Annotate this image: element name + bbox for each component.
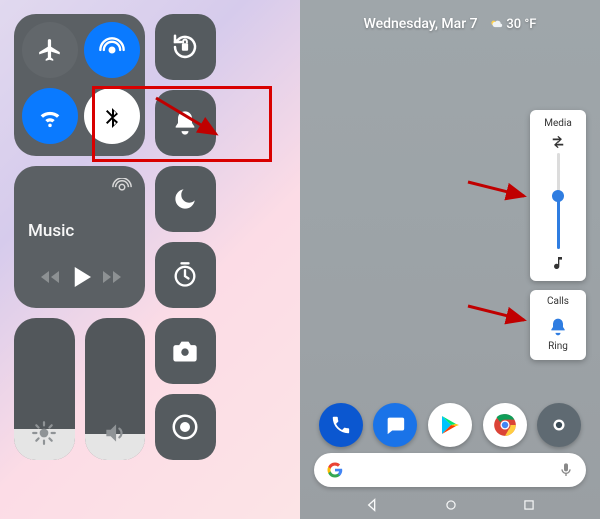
silent-mode-toggle[interactable] xyxy=(155,90,216,156)
timer-button[interactable] xyxy=(155,242,216,308)
play-icon[interactable] xyxy=(66,262,96,292)
status-date: Wednesday, Mar 7 xyxy=(364,16,478,32)
music-title: Music xyxy=(28,221,133,241)
media-volume-popup[interactable]: Media xyxy=(530,110,586,281)
status-bar: Wednesday, Mar 7 30 °F xyxy=(300,16,600,32)
music-widget[interactable]: Music xyxy=(14,166,145,308)
google-search-bar[interactable] xyxy=(314,453,586,487)
airdrop-toggle[interactable] xyxy=(84,22,140,78)
ring-label: Ring xyxy=(548,341,568,352)
bluetooth-icon xyxy=(100,101,124,131)
airplane-mode-toggle[interactable] xyxy=(22,22,78,78)
airplane-icon xyxy=(37,37,63,63)
brightness-icon xyxy=(31,420,57,446)
ios-control-center: Music xyxy=(0,0,300,519)
media-volume-slider[interactable] xyxy=(548,153,568,249)
screen-record-button[interactable] xyxy=(155,394,216,460)
messages-app[interactable] xyxy=(373,403,417,447)
annotation-arrow-calls xyxy=(466,300,536,330)
forward-icon[interactable] xyxy=(97,265,127,289)
brightness-slider[interactable] xyxy=(14,318,75,460)
android-home: Wednesday, Mar 7 30 °F Media Calls Ring xyxy=(300,0,600,519)
moon-icon xyxy=(172,186,198,212)
camera-icon xyxy=(171,337,199,365)
bluetooth-toggle[interactable] xyxy=(84,88,140,144)
calls-ring-popup[interactable]: Calls Ring xyxy=(530,290,586,360)
wifi-toggle[interactable] xyxy=(22,88,78,144)
search-input[interactable] xyxy=(352,462,550,478)
orientation-lock-toggle[interactable] xyxy=(155,14,216,80)
music-note-icon xyxy=(550,255,566,271)
play-icon xyxy=(438,413,462,437)
phone-app[interactable] xyxy=(319,403,363,447)
annotation-arrow-media xyxy=(466,176,536,206)
calls-label: Calls xyxy=(547,296,569,307)
chrome-icon xyxy=(492,412,518,438)
wifi-icon xyxy=(36,102,64,130)
nav-home-icon[interactable] xyxy=(444,498,458,512)
nav-back-icon[interactable] xyxy=(364,497,380,513)
app-dock xyxy=(300,403,600,447)
ring-bell-icon[interactable] xyxy=(548,317,568,337)
play-store-app[interactable] xyxy=(428,403,472,447)
camera-app-icon xyxy=(548,414,570,436)
nav-recent-icon[interactable] xyxy=(522,498,536,512)
airdrop-icon xyxy=(98,36,126,64)
mic-icon[interactable] xyxy=(558,462,574,478)
camera-button[interactable] xyxy=(155,318,216,384)
record-icon xyxy=(170,412,200,442)
do-not-disturb-toggle[interactable] xyxy=(155,166,216,232)
phone-icon xyxy=(330,414,352,436)
camera-app[interactable] xyxy=(537,403,581,447)
status-weather: 30 °F xyxy=(489,17,536,32)
messages-icon xyxy=(384,414,406,436)
status-temp: 30 °F xyxy=(506,17,536,32)
music-controls xyxy=(28,262,133,298)
cast-icon[interactable] xyxy=(549,135,567,149)
weather-icon xyxy=(489,16,503,30)
nav-bar xyxy=(300,491,600,519)
timer-icon xyxy=(171,261,199,289)
connectivity-group xyxy=(14,14,145,156)
airplay-icon xyxy=(111,178,133,200)
control-grid: Music xyxy=(14,14,286,460)
volume-slider[interactable] xyxy=(85,318,146,460)
google-g-icon xyxy=(326,461,344,479)
rewind-icon[interactable] xyxy=(35,265,65,289)
media-label: Media xyxy=(544,118,572,129)
speaker-icon xyxy=(102,420,128,446)
bell-icon xyxy=(171,109,199,137)
rotation-lock-icon xyxy=(170,32,200,62)
chrome-app[interactable] xyxy=(483,403,527,447)
